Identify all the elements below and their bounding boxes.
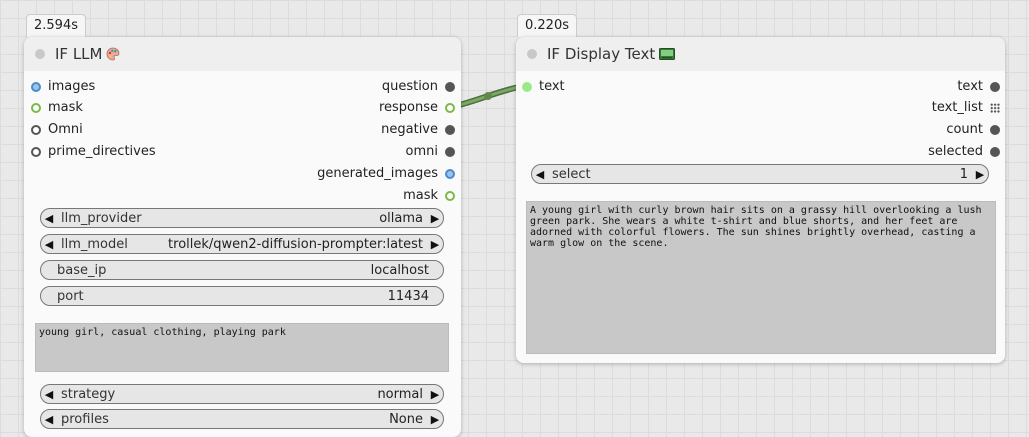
output-slot-response[interactable]: response xyxy=(379,100,455,116)
output-label: count xyxy=(946,122,983,137)
output-dot[interactable] xyxy=(445,82,455,92)
display-textarea[interactable]: A young girl with curly brown hair sits … xyxy=(526,201,996,354)
if-llm-node[interactable]: IF LLM images mask Omni prime_directives… xyxy=(24,37,461,437)
increment-arrow-icon[interactable]: ▶ xyxy=(427,413,443,426)
input-dot[interactable] xyxy=(522,82,532,92)
output-slot-generated-images[interactable]: generated_images xyxy=(317,166,455,182)
llm-node-header[interactable]: IF LLM xyxy=(24,37,461,71)
input-slot-mask[interactable]: mask xyxy=(31,100,83,116)
input-label: Omni xyxy=(48,122,83,137)
list-grid-icon[interactable] xyxy=(990,103,1000,113)
output-label: selected xyxy=(928,144,983,159)
output-slot-omni[interactable]: omni xyxy=(406,144,455,160)
output-dot[interactable] xyxy=(990,125,1000,135)
decrement-arrow-icon[interactable]: ◀ xyxy=(532,168,548,181)
input-label: prime_directives xyxy=(48,144,156,159)
output-label: generated_images xyxy=(317,166,438,181)
output-label: text_list xyxy=(931,100,983,115)
decrement-arrow-icon[interactable]: ◀ xyxy=(41,212,57,225)
output-label: response xyxy=(378,100,438,115)
output-slot-count[interactable]: count xyxy=(946,122,1000,138)
input-dot[interactable] xyxy=(31,147,41,157)
output-dot[interactable] xyxy=(990,147,1000,157)
palette-icon xyxy=(106,47,120,61)
input-label: images xyxy=(48,79,96,94)
output-dot[interactable] xyxy=(445,169,455,179)
output-slot-text[interactable]: text xyxy=(957,79,1000,95)
output-dot[interactable] xyxy=(445,191,455,201)
output-slot-negative[interactable]: negative xyxy=(381,122,455,138)
link-midpoint[interactable] xyxy=(484,92,492,100)
decrement-arrow-icon[interactable]: ◀ xyxy=(41,238,57,251)
increment-arrow-icon[interactable]: ▶ xyxy=(427,212,443,225)
input-slot-images[interactable]: images xyxy=(31,79,95,95)
output-label: question xyxy=(381,79,438,94)
increment-arrow-icon[interactable]: ▶ xyxy=(972,168,988,181)
strategy-combo[interactable]: ◀ strategy normal ▶ xyxy=(40,384,444,404)
select-stepper[interactable]: ◀ select 1 ▶ xyxy=(531,164,989,184)
output-dot[interactable] xyxy=(445,125,455,135)
decrement-arrow-icon[interactable]: ◀ xyxy=(41,413,57,426)
output-label: negative xyxy=(381,122,438,137)
collapse-toggle[interactable] xyxy=(527,49,537,59)
profiles-combo[interactable]: ◀ profiles None ▶ xyxy=(40,409,444,429)
input-label: text xyxy=(539,79,565,94)
llm-provider-combo[interactable]: ◀ llm_provider ollama ▶ xyxy=(40,208,444,228)
decrement-arrow-icon[interactable]: ◀ xyxy=(41,388,57,401)
llm-node-timing: 2.594s xyxy=(26,14,86,37)
output-dot[interactable] xyxy=(445,147,455,157)
collapse-toggle[interactable] xyxy=(35,49,45,59)
output-slot-question[interactable]: question xyxy=(382,79,455,95)
output-label: omni xyxy=(405,144,438,159)
input-dot[interactable] xyxy=(31,103,41,113)
display-node-timing: 0.220s xyxy=(517,14,577,37)
input-slot-prime-directives[interactable]: prime_directives xyxy=(31,144,156,160)
node-title: IF Display Text xyxy=(547,45,656,63)
prompt-textarea[interactable]: young girl, casual clothing, playing par… xyxy=(35,323,449,372)
output-dot[interactable] xyxy=(990,82,1000,92)
increment-arrow-icon[interactable]: ▶ xyxy=(427,388,443,401)
output-slot-text-list[interactable]: text_list xyxy=(932,100,1000,116)
input-slot-text[interactable]: text xyxy=(522,79,565,95)
base-ip-field[interactable]: base_ip localhost xyxy=(40,260,444,280)
if-display-text-node[interactable]: IF Display Text text text text_list coun… xyxy=(516,37,1005,363)
monitor-icon xyxy=(659,48,676,60)
increment-arrow-icon[interactable]: ▶ xyxy=(427,238,443,251)
output-slot-selected[interactable]: selected xyxy=(928,144,1000,160)
output-dot[interactable] xyxy=(445,103,455,113)
input-dot[interactable] xyxy=(31,82,41,92)
input-dot[interactable] xyxy=(31,125,41,135)
display-node-header[interactable]: IF Display Text xyxy=(516,37,1005,71)
output-slot-mask[interactable]: mask xyxy=(403,188,455,204)
input-slot-omni[interactable]: Omni xyxy=(31,122,83,138)
node-title: IF LLM xyxy=(55,45,103,63)
llm-model-combo[interactable]: ◀ llm_model trollek/qwen2-diffusion-prom… xyxy=(40,234,444,254)
output-label: text xyxy=(957,79,983,94)
port-field[interactable]: port 11434 xyxy=(40,286,444,306)
input-label: mask xyxy=(48,100,83,115)
output-label: mask xyxy=(403,188,438,203)
